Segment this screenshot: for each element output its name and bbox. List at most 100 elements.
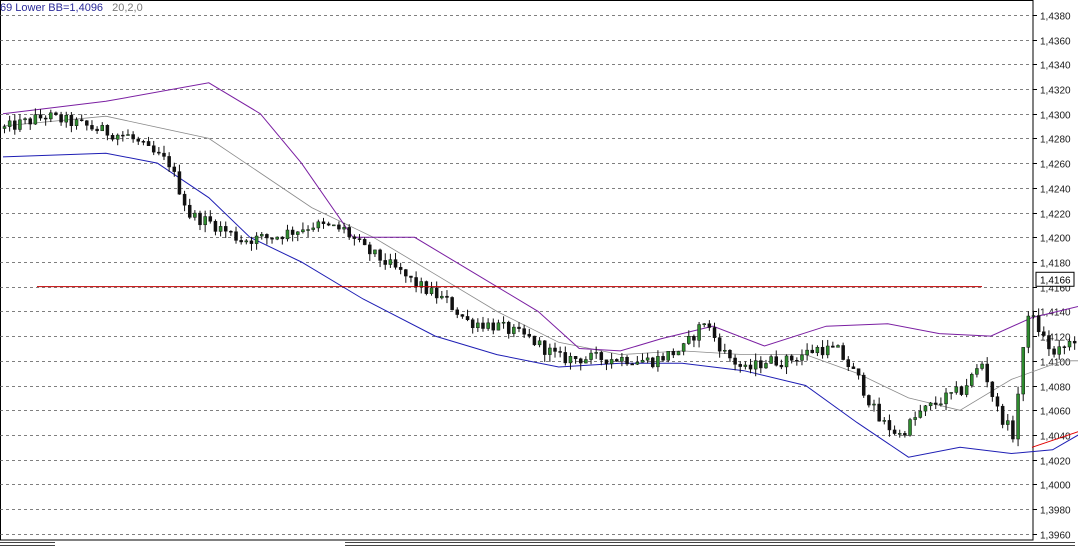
candle-body bbox=[383, 260, 387, 265]
candle-body bbox=[568, 356, 573, 364]
candle-body bbox=[115, 134, 120, 140]
candle-body bbox=[2, 126, 7, 129]
candle-body bbox=[980, 363, 984, 369]
candle-body bbox=[558, 351, 562, 353]
candle-body bbox=[692, 336, 696, 341]
candle-body bbox=[990, 381, 995, 397]
candle-body bbox=[892, 429, 897, 434]
y-tick-label: 1,4300 bbox=[1040, 111, 1071, 122]
y-tick-label: 1,4180 bbox=[1040, 259, 1071, 270]
bb-upper-line bbox=[2, 82, 1078, 352]
y-tick-label: 1,4100 bbox=[1040, 358, 1071, 369]
y-tick-label: 1,4080 bbox=[1040, 383, 1071, 394]
candle-body bbox=[218, 226, 223, 232]
candle-body bbox=[527, 333, 532, 337]
candle-body bbox=[100, 125, 105, 132]
candle-body bbox=[1021, 347, 1025, 395]
y-tick-label: 1,4280 bbox=[1040, 135, 1071, 146]
candle-body bbox=[460, 314, 465, 317]
candle-body bbox=[789, 355, 794, 361]
y-tick-label: 1,4260 bbox=[1040, 160, 1071, 171]
y-tick-label: 1,4340 bbox=[1040, 61, 1071, 72]
candle-body bbox=[64, 115, 68, 123]
candle-body bbox=[79, 119, 84, 121]
candle-body bbox=[620, 356, 624, 362]
candle-body bbox=[599, 352, 604, 361]
candle-body bbox=[820, 346, 825, 356]
candle-body bbox=[666, 351, 670, 361]
candle-body bbox=[141, 141, 146, 143]
candle-body bbox=[764, 363, 768, 369]
indicator-params: 20,2,0 bbox=[112, 2, 143, 14]
candle-body bbox=[74, 119, 79, 126]
candle-body bbox=[121, 134, 125, 137]
candle-body bbox=[553, 347, 557, 352]
chart-svg: 1,3960 1,3980 1,4000 1,4020 1,4040 1,4060 1,40… bbox=[0, 0, 1078, 546]
candle-body bbox=[697, 324, 701, 341]
candle-body bbox=[1072, 340, 1077, 344]
y-tick-label: 1,4200 bbox=[1040, 234, 1071, 245]
candle-body bbox=[296, 231, 300, 235]
candle-body bbox=[846, 359, 851, 367]
candle-body bbox=[635, 362, 640, 365]
candle-body bbox=[676, 351, 681, 356]
candle-body bbox=[301, 229, 305, 233]
candle-body bbox=[43, 117, 48, 120]
candle-body bbox=[913, 417, 917, 420]
candle-body bbox=[404, 269, 408, 277]
candle-body bbox=[239, 240, 243, 243]
candle-body bbox=[748, 364, 753, 370]
candle-body bbox=[542, 340, 547, 355]
candle-body bbox=[496, 322, 501, 331]
candle-body bbox=[321, 221, 326, 224]
candle-body bbox=[162, 152, 166, 157]
candle-body bbox=[434, 287, 439, 299]
candle-body bbox=[234, 231, 238, 241]
candle-body bbox=[357, 238, 362, 240]
candle-body bbox=[95, 128, 99, 132]
candle-body bbox=[90, 125, 94, 130]
candle-body bbox=[1000, 405, 1005, 425]
candle-body bbox=[795, 360, 799, 362]
candle-body bbox=[784, 355, 789, 368]
candle-body bbox=[429, 287, 434, 294]
candle-body bbox=[589, 352, 593, 360]
candle-body bbox=[18, 119, 22, 130]
candle-body bbox=[625, 356, 629, 365]
candle-body bbox=[836, 345, 840, 348]
candle-body bbox=[687, 336, 691, 344]
candle-body bbox=[671, 351, 676, 356]
candle-body bbox=[594, 352, 598, 354]
candle-body bbox=[275, 236, 279, 240]
candle-body bbox=[512, 326, 516, 334]
candle-body bbox=[712, 327, 717, 338]
candle-body bbox=[903, 433, 907, 436]
candle-body bbox=[944, 392, 948, 405]
candle-body bbox=[285, 229, 290, 240]
candle-body bbox=[203, 216, 207, 226]
candle-body bbox=[995, 396, 1000, 407]
candle-body bbox=[28, 118, 32, 125]
candle-body bbox=[260, 234, 264, 237]
candle-body bbox=[398, 267, 403, 270]
plot-frame bbox=[0, 0, 1034, 541]
candle-body bbox=[825, 345, 830, 356]
candle-body bbox=[229, 230, 233, 233]
candle-body bbox=[481, 322, 485, 329]
candle-body bbox=[522, 328, 526, 335]
candle-body bbox=[177, 171, 182, 195]
candle-body bbox=[445, 295, 449, 298]
candle-body bbox=[975, 368, 979, 375]
candle-body bbox=[651, 357, 655, 368]
indicator-header: 69 Lower BB=1,4096 20,2,0 bbox=[0, 2, 143, 14]
candle-body bbox=[939, 403, 943, 406]
candle-body bbox=[1067, 340, 1072, 348]
candle-body bbox=[167, 156, 171, 168]
y-tick-label: 1,4020 bbox=[1040, 457, 1071, 468]
candle-body bbox=[110, 135, 115, 140]
candle-body bbox=[861, 374, 866, 396]
candle-body bbox=[332, 224, 336, 227]
candle-body bbox=[470, 319, 475, 329]
candle-body bbox=[681, 343, 686, 352]
y-tick-label: 1,4240 bbox=[1040, 185, 1071, 196]
